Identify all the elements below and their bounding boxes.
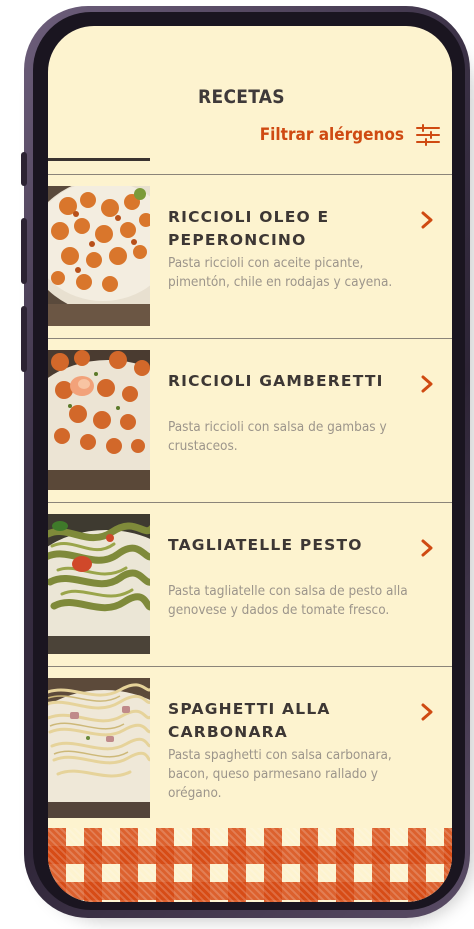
app-screen: RECETAS Filtrar alérgenos RICCIOLI OLEO … bbox=[48, 26, 452, 902]
divider bbox=[48, 502, 452, 503]
recipe-photo-spaghetti-carbonara bbox=[48, 678, 150, 818]
tablecloth-texture bbox=[48, 828, 452, 902]
volume-up-button bbox=[21, 218, 27, 284]
recipe-photo-tagliatelle-pesto bbox=[48, 514, 150, 654]
recipe-photo-riccioli-gamberetti bbox=[48, 350, 150, 490]
recipe-item[interactable]: TAGLIATELLE PESTO Pasta tagliatelle con … bbox=[48, 514, 452, 654]
chevron-right-icon[interactable] bbox=[420, 538, 434, 558]
filter-allergens-button[interactable]: Filtrar alérgenos bbox=[260, 124, 440, 146]
recipe-title: SPAGHETTI ALLA CARBONARA bbox=[168, 700, 331, 741]
recipe-item[interactable]: RICCIOLI OLEO E PEPERONCINO Pasta riccio… bbox=[48, 186, 452, 326]
mute-switch bbox=[21, 152, 27, 186]
active-tab-indicator bbox=[48, 158, 150, 161]
divider bbox=[48, 174, 452, 175]
recipe-description: Pasta riccioli con salsa de gambas y cru… bbox=[168, 419, 387, 454]
filter-allergens-label: Filtrar alérgenos bbox=[259, 125, 404, 145]
recipe-description: Pasta tagliatelle con salsa de pesto all… bbox=[168, 583, 408, 618]
chevron-right-icon[interactable] bbox=[420, 702, 434, 722]
recipe-description: Pasta riccioli con aceite picante, pimen… bbox=[168, 255, 393, 290]
recipe-item[interactable]: SPAGHETTI ALLA CARBONARA Pasta spaghetti… bbox=[48, 678, 452, 818]
volume-down-button bbox=[21, 306, 27, 372]
sliders-icon bbox=[416, 124, 440, 146]
divider bbox=[48, 338, 452, 339]
page-title: RECETAS bbox=[198, 86, 285, 108]
recipe-item[interactable]: RICCIOLI GAMBERETTI Pasta riccioli con s… bbox=[48, 350, 452, 490]
recipe-description: Pasta spaghetti con salsa carbonara, bac… bbox=[168, 747, 392, 801]
recipe-photo-riccioli-oleo bbox=[48, 186, 150, 326]
recipe-title: RICCIOLI OLEO E PEPERONCINO bbox=[168, 208, 330, 249]
divider bbox=[48, 666, 452, 667]
chevron-right-icon[interactable] bbox=[420, 374, 434, 394]
chevron-right-icon[interactable] bbox=[420, 210, 434, 230]
recipe-title: TAGLIATELLE PESTO bbox=[168, 536, 363, 554]
recipe-title: RICCIOLI GAMBERETTI bbox=[168, 372, 384, 390]
